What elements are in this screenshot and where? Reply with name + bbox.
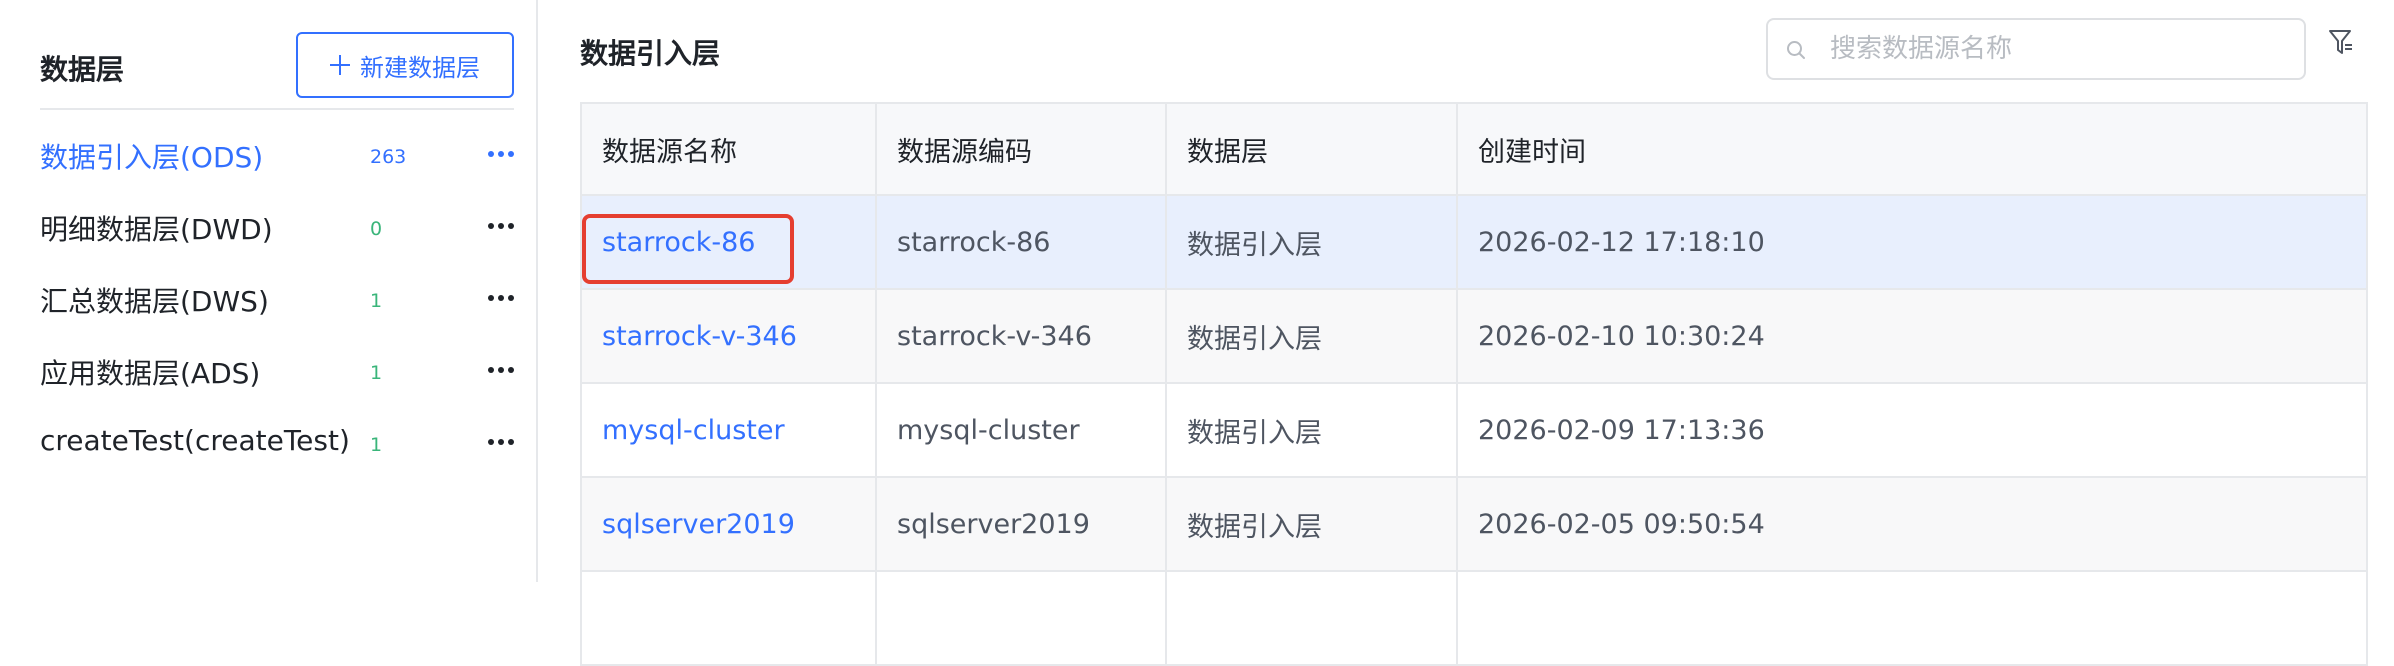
column-header-layer[interactable]: 数据层 [1165, 102, 1458, 196]
layer-item-ads[interactable]: 应用数据层(ADS) 1 [0, 334, 536, 406]
cell-layer: 数据引入层 [1165, 382, 1458, 478]
data-source-link[interactable]: starrock-v-346 [602, 321, 797, 352]
filter-icon[interactable] [2328, 28, 2354, 58]
layer-item-label: 数据引入层(ODS) [40, 141, 264, 174]
table-row[interactable]: mysql-cluster mysql-cluster 数据引入层 2026-0… [580, 382, 2368, 478]
more-icon[interactable] [488, 432, 514, 452]
column-header-created[interactable]: 创建时间 [1456, 102, 2368, 196]
cell-name: sqlserver2019 [580, 476, 877, 572]
cell-created: 2026-02-10 10:30:24 [1456, 288, 2368, 384]
more-icon[interactable] [488, 144, 514, 164]
layer-item-dwd[interactable]: 明细数据层(DWD) 0 [0, 190, 536, 262]
cell-created: 2026-02-09 17:13:36 [1456, 382, 2368, 478]
cell-code: sqlserver2019 [875, 476, 1167, 572]
more-icon[interactable] [488, 216, 514, 236]
layer-item-count: 0 [370, 218, 383, 240]
layer-list: 数据引入层(ODS) 263 明细数据层(DWD) 0 汇总数据层(DWS) 1… [0, 118, 536, 478]
layer-item-count: 1 [370, 434, 383, 456]
search-input[interactable] [1828, 28, 2248, 70]
layer-item-createtest[interactable]: createTest(createTest) 1 [0, 406, 536, 478]
cell-created: 2026-02-12 17:18:10 [1456, 194, 2368, 290]
more-icon[interactable] [488, 360, 514, 380]
layer-item-dws[interactable]: 汇总数据层(DWS) 1 [0, 262, 536, 334]
layer-item-label: 应用数据层(ADS) [40, 357, 261, 390]
column-header-code[interactable]: 数据源编码 [875, 102, 1167, 196]
cell-created [1456, 570, 2368, 666]
cell-layer: 数据引入层 [1165, 476, 1458, 572]
table-row[interactable]: sqlserver2019 sqlserver2019 数据引入层 2026-0… [580, 476, 2368, 572]
layer-item-count: 263 [370, 146, 407, 168]
more-icon[interactable] [488, 288, 514, 308]
column-header-name[interactable]: 数据源名称 [580, 102, 877, 196]
table-header-row: 数据源名称 数据源编码 数据层 创建时间 [580, 102, 2368, 196]
cell-name [580, 570, 877, 666]
table-row[interactable]: starrock-86 starrock-86 数据引入层 2026-02-12… [580, 194, 2368, 290]
layer-item-label: 汇总数据层(DWS) [40, 285, 269, 318]
cell-layer [1165, 570, 1458, 666]
data-source-table: 数据源名称 数据源编码 数据层 创建时间 starrock-86 starroc… [580, 102, 2368, 666]
cell-name: starrock-86 [580, 194, 877, 290]
table-row[interactable] [580, 570, 2368, 666]
sidebar-title: 数据层 [40, 53, 125, 86]
layer-item-label: createTest(createTest) [40, 424, 350, 457]
search-icon [1787, 41, 1805, 59]
data-source-link[interactable]: sqlserver2019 [602, 509, 795, 540]
layer-item-count: 1 [370, 290, 383, 312]
cell-name: starrock-v-346 [580, 288, 877, 384]
cell-layer: 数据引入层 [1165, 288, 1458, 384]
page-title: 数据引入层 [580, 37, 721, 70]
cell-code: mysql-cluster [875, 382, 1167, 478]
layer-item-ods[interactable]: 数据引入层(ODS) 263 [0, 118, 536, 190]
data-source-link[interactable]: starrock-86 [602, 227, 755, 258]
sidebar-divider [40, 108, 514, 110]
cell-code [875, 570, 1167, 666]
search-box[interactable] [1766, 18, 2306, 80]
table-row[interactable]: starrock-v-346 starrock-v-346 数据引入层 2026… [580, 288, 2368, 384]
main-panel: 数据引入层 数据源名称 数据源编码 数据层 创建时间 [540, 0, 2394, 666]
layer-item-count: 1 [370, 362, 383, 384]
cell-created: 2026-02-05 09:50:54 [1456, 476, 2368, 572]
cell-code: starrock-v-346 [875, 288, 1167, 384]
data-source-link[interactable]: mysql-cluster [602, 415, 785, 446]
data-layer-sidebar: 数据层 新建数据层 数据引入层(ODS) 263 明细数据层(DWD) 0 汇总… [0, 0, 538, 582]
new-data-layer-label: 新建数据层 [360, 53, 480, 82]
layer-item-label: 明细数据层(DWD) [40, 213, 273, 246]
cell-code: starrock-86 [875, 194, 1167, 290]
plus-icon [330, 55, 350, 75]
cell-name: mysql-cluster [580, 382, 877, 478]
new-data-layer-button[interactable]: 新建数据层 [296, 32, 514, 98]
cell-layer: 数据引入层 [1165, 194, 1458, 290]
